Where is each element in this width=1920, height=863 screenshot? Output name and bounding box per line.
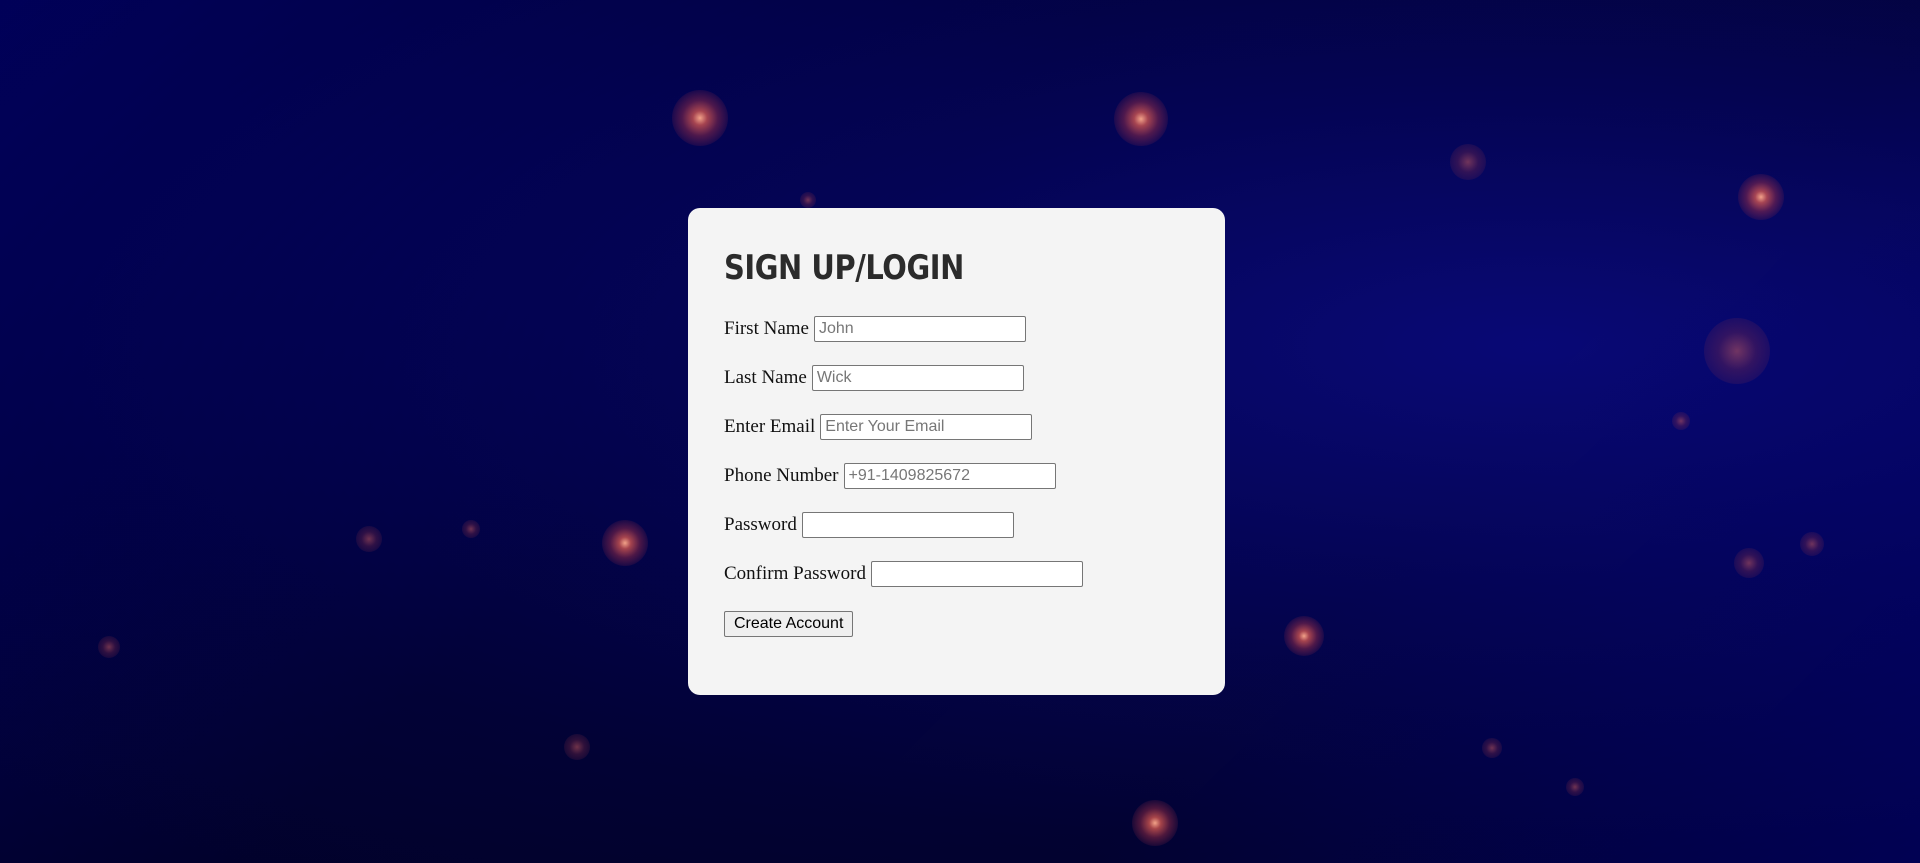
phone-row: Phone Number: [724, 463, 1189, 489]
first-name-label: First Name: [724, 318, 809, 339]
password-input[interactable]: [801, 512, 1014, 538]
decorative-orb: [672, 90, 728, 146]
decorative-orb: [1704, 318, 1770, 384]
email-row: Enter Email: [724, 414, 1189, 440]
decorative-orb: [1284, 616, 1324, 656]
decorative-orb: [602, 520, 648, 566]
decorative-orb: [1450, 144, 1486, 180]
confirm-password-label: Confirm Password: [724, 563, 866, 584]
decorative-orb: [564, 734, 590, 760]
email-input[interactable]: [820, 414, 1033, 440]
decorative-orb: [356, 526, 382, 552]
decorative-orb: [800, 192, 816, 208]
phone-label: Phone Number: [724, 465, 839, 486]
first-name-row: First Name: [724, 316, 1189, 342]
decorative-orb: [1566, 778, 1584, 796]
create-account-button[interactable]: Create Account: [724, 611, 854, 637]
decorative-orb: [1734, 548, 1764, 578]
decorative-orb: [1482, 738, 1502, 758]
confirm-password-row: Confirm Password: [724, 561, 1189, 587]
decorative-orb: [1114, 92, 1168, 146]
last-name-label: Last Name: [724, 367, 807, 388]
email-label: Enter Email: [724, 416, 816, 437]
last-name-input[interactable]: [811, 365, 1024, 391]
confirm-password-input[interactable]: [870, 561, 1083, 587]
decorative-orb: [98, 636, 120, 658]
first-name-input[interactable]: [813, 316, 1026, 342]
decorative-orb: [462, 520, 480, 538]
password-label: Password: [724, 514, 797, 535]
signup-card: SIGN UP/LOGIN First Name Last Name Enter…: [688, 208, 1225, 695]
last-name-row: Last Name: [724, 365, 1189, 391]
decorative-orb: [1738, 174, 1784, 220]
password-row: Password: [724, 512, 1189, 538]
form-title: SIGN UP/LOGIN: [724, 248, 964, 288]
decorative-orb: [1132, 800, 1178, 846]
phone-input[interactable]: [843, 463, 1056, 489]
decorative-orb: [1672, 412, 1690, 430]
decorative-orb: [1800, 532, 1824, 556]
